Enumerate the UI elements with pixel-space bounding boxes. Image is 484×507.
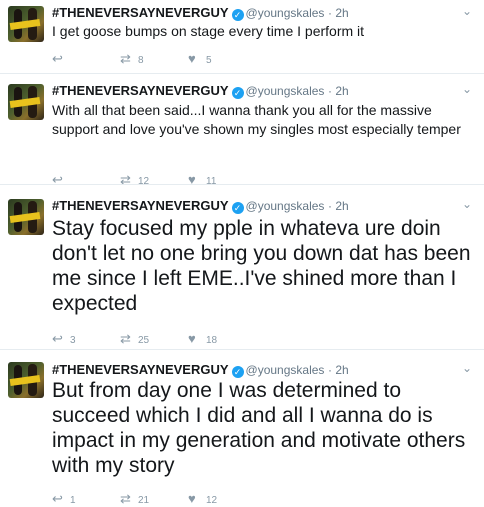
tweet-text: Stay focused my pple in whateva ure doin… xyxy=(52,217,471,315)
chevron-down-icon[interactable]: ⌄ xyxy=(462,4,472,18)
retweet-button[interactable]: ⇄ 8 xyxy=(120,51,144,67)
tweet-header: #THENEVERSAYNEVERGUY ✓ @youngskales · 2h xyxy=(52,198,349,214)
reply-icon: ↩ xyxy=(52,51,63,66)
chevron-down-icon[interactable]: ⌄ xyxy=(462,197,472,211)
avatar[interactable] xyxy=(8,199,44,235)
tweet[interactable]: #THENEVERSAYNEVERGUY ✓ @youngskales · 2h ⌄… xyxy=(0,73,484,187)
heart-icon: ♥ xyxy=(188,51,196,66)
user-handle[interactable]: @youngskales xyxy=(246,363,325,377)
verified-badge-icon: ✓ xyxy=(231,202,244,214)
timestamp[interactable]: · 2h xyxy=(328,6,349,20)
retweet-icon: ⇄ xyxy=(120,491,131,506)
retweet-icon: ⇄ xyxy=(120,51,131,66)
like-button[interactable]: ♥ 5 xyxy=(188,51,212,66)
reply-button[interactable]: ↩ xyxy=(52,51,70,67)
timestamp[interactable]: · 2h xyxy=(328,363,349,377)
tweet[interactable]: #THENEVERSAYNEVERGUY ✓ @youngskales · 2h ⌄… xyxy=(0,349,484,507)
tweet-header: #THENEVERSAYNEVERGUY ✓ @youngskales · 2h xyxy=(52,83,349,99)
timestamp[interactable]: · 2h xyxy=(328,199,349,213)
display-name[interactable]: #THENEVERSAYNEVERGUY xyxy=(52,198,229,213)
display-name[interactable]: #THENEVERSAYNEVERGUY xyxy=(52,83,229,98)
user-handle[interactable]: @youngskales xyxy=(246,199,325,213)
display-name[interactable]: #THENEVERSAYNEVERGUY xyxy=(52,362,229,377)
tweet-header: #THENEVERSAYNEVERGUY ✓ @youngskales · 2h xyxy=(52,362,349,378)
verified-badge-icon: ✓ xyxy=(231,9,244,21)
verified-badge-icon: ✓ xyxy=(231,366,244,378)
chevron-down-icon[interactable]: ⌄ xyxy=(462,361,472,375)
user-handle[interactable]: @youngskales xyxy=(246,6,325,20)
reply-button[interactable]: ↩ 1 xyxy=(52,491,76,507)
retweet-button[interactable]: ⇄ 25 xyxy=(120,331,149,347)
timestamp[interactable]: · 2h xyxy=(328,84,349,98)
user-handle[interactable]: @youngskales xyxy=(246,84,325,98)
avatar[interactable] xyxy=(8,362,44,398)
reply-icon: ↩ xyxy=(52,331,63,346)
like-button[interactable]: ♥ 18 xyxy=(188,331,217,346)
tweet-text: I get goose bumps on stage every time I … xyxy=(52,23,365,39)
reply-icon: ↩ xyxy=(52,491,63,506)
heart-icon: ♥ xyxy=(188,491,196,506)
avatar[interactable] xyxy=(8,6,44,42)
tweet-text: With all that been said...I wanna thank … xyxy=(52,102,461,137)
verified-badge-icon: ✓ xyxy=(231,87,244,99)
avatar[interactable] xyxy=(8,84,44,120)
tweet-header: #THENEVERSAYNEVERGUY ✓ @youngskales · 2h xyxy=(52,5,349,21)
tweet-text: But from day one I was determined to suc… xyxy=(52,379,466,477)
heart-icon: ♥ xyxy=(188,331,196,346)
like-button[interactable]: ♥ 12 xyxy=(188,491,217,506)
chevron-down-icon[interactable]: ⌄ xyxy=(462,82,472,96)
reply-button[interactable]: ↩ 3 xyxy=(52,331,76,347)
retweet-button[interactable]: ⇄ 21 xyxy=(120,491,149,507)
retweet-icon: ⇄ xyxy=(120,331,131,346)
tweet[interactable]: #THENEVERSAYNEVERGUY ✓ @youngskales · 2h ⌄… xyxy=(0,184,484,349)
display-name[interactable]: #THENEVERSAYNEVERGUY xyxy=(52,5,229,20)
tweet[interactable]: #THENEVERSAYNEVERGUY ✓ @youngskales · 2h ⌄… xyxy=(0,0,484,73)
